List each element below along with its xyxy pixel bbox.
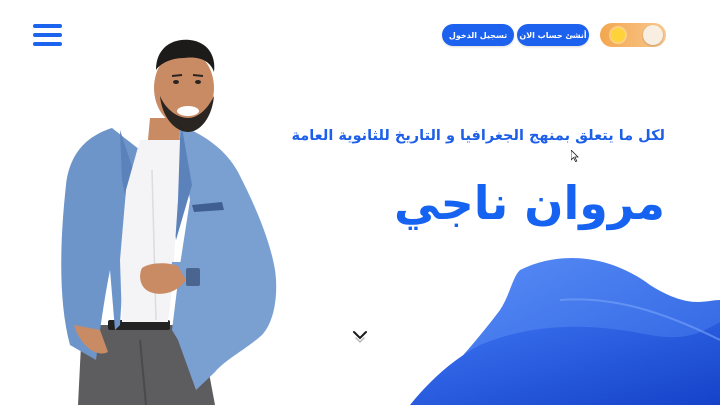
hero-tagline: لكل ما يتعلق بمنهج الجغرافيا و التاريخ ل…	[291, 128, 665, 144]
theme-toggle[interactable]	[600, 23, 666, 47]
menu-bar	[33, 33, 62, 37]
menu-bar	[33, 24, 62, 28]
sun-icon	[611, 28, 625, 42]
menu-bar	[33, 42, 62, 46]
mouse-cursor-icon	[571, 150, 579, 162]
chevron-down-icon[interactable]	[352, 328, 368, 344]
hero-name: مروان ناجي	[394, 176, 665, 230]
signup-button[interactable]: أنشئ حساب الان	[517, 24, 589, 46]
toggle-knob	[643, 25, 663, 45]
hero-section: تسجيل الدخول أنشئ حساب الان لكل ما يتعلق…	[0, 0, 720, 405]
login-button[interactable]: تسجيل الدخول	[442, 24, 514, 46]
hamburger-menu-icon[interactable]	[33, 24, 63, 46]
